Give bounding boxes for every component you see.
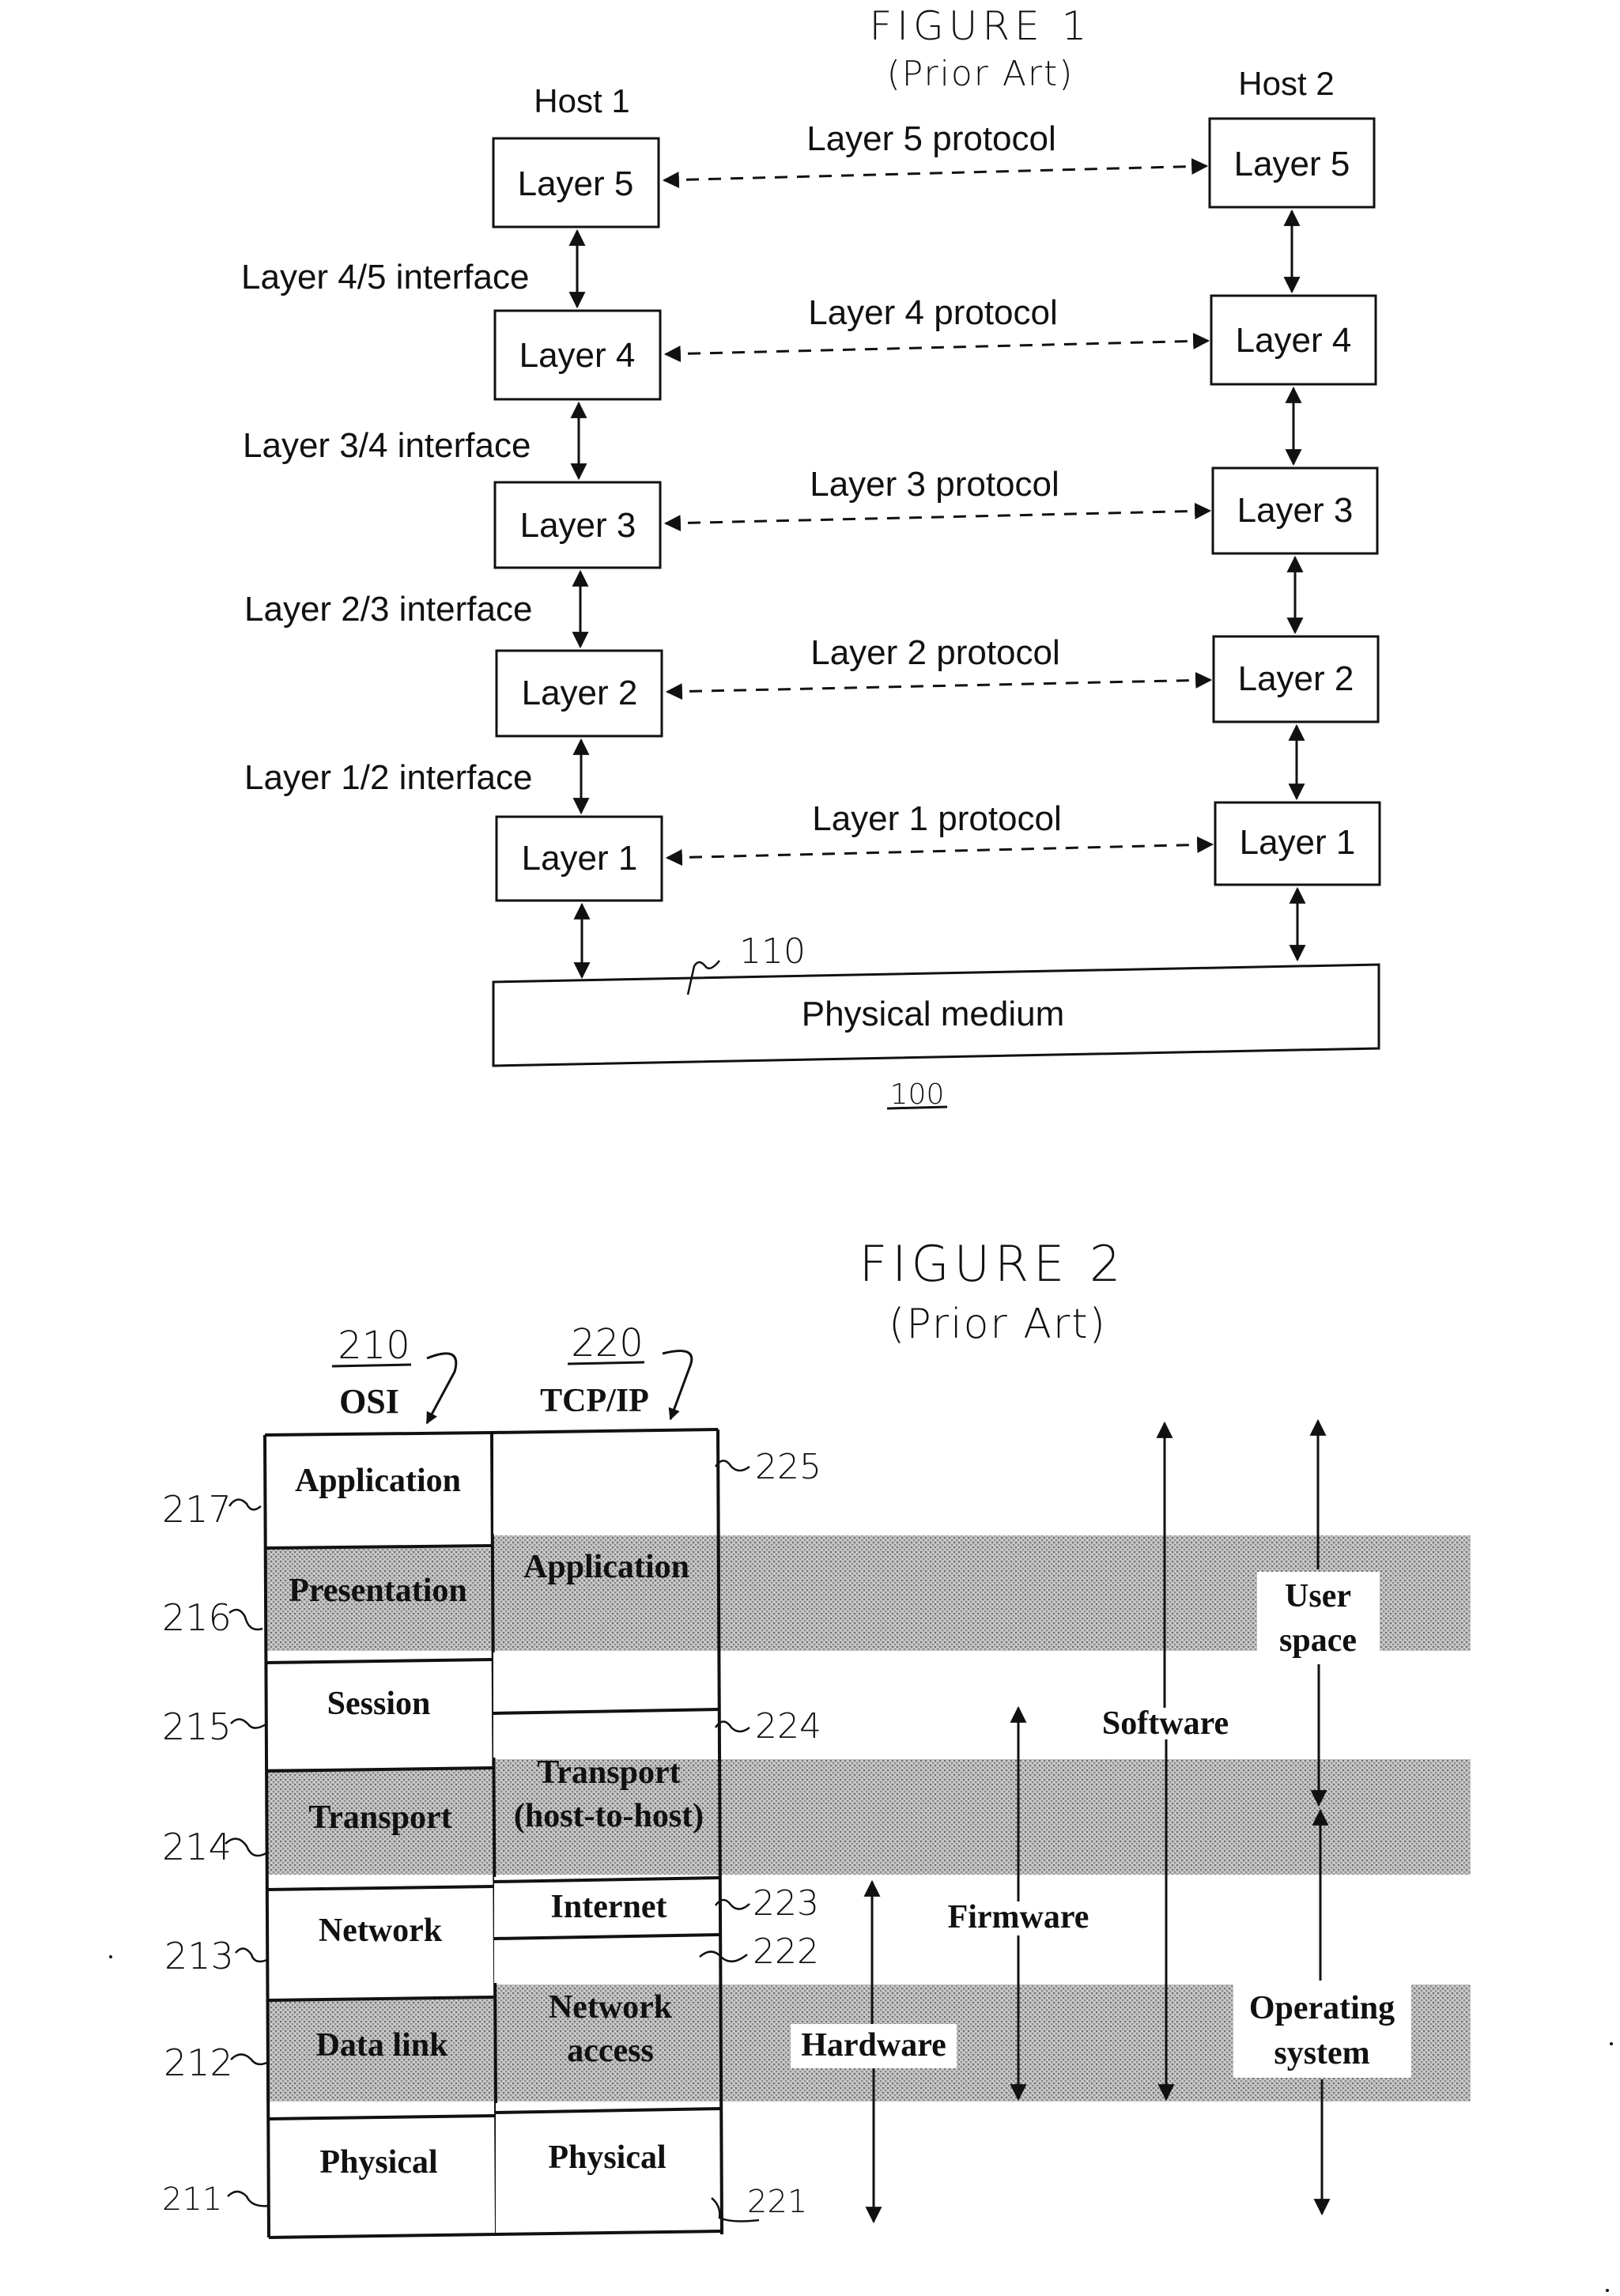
layer-4-protocol-arrow [663,332,1210,363]
tcpip-application: Application [523,1549,689,1585]
ref-225: 225 [755,1447,821,1487]
ref-211-leader [227,2190,270,2207]
osi-ref-underline [331,1363,412,1368]
osi-divider-6 [267,2114,496,2120]
ref-214: 214 [162,1826,232,1868]
osi-network: Network [319,1913,443,1949]
host-1-layer-4-label: Layer 4 [519,336,636,375]
hardware-label: Hardware [801,2027,946,2064]
osi-presentation: Presentation [289,1573,467,1609]
ref-216: 216 [162,1596,232,1639]
firmware-label: Firmware [948,1899,1089,1935]
host-2-layer-2-label: Layer 2 [1238,659,1354,698]
ref-224: 224 [755,1706,821,1747]
figure-1-title: FIGURE 1 [870,3,1092,49]
osi-application: Application [295,1463,461,1499]
layer-1-protocol-label: Layer 1 protocol [812,799,1062,838]
ref-223: 223 [753,1883,819,1924]
scan-speck [1610,2042,1613,2045]
tcpip-physical: Physical [548,2139,666,2176]
ref-215-leader [230,1718,268,1729]
tcpip-transport-line1: Transport [537,1754,680,1791]
host-2-layer-3-label: Layer 3 [1237,491,1354,530]
layer-2-protocol-label: Layer 2 protocol [810,633,1060,672]
user-space-line1: User [1285,1578,1351,1614]
host-2-stack: Layer 5 Layer 4 Layer 3 Layer 2 Layer 1 [1208,117,1381,886]
tcpip-header: TCP/IP [540,1383,649,1419]
osi-ref-arrow [425,1352,458,1425]
ref-217: 217 [162,1488,232,1531]
osi-data-link: Data link [316,2027,449,2064]
host-1-layer-1-label: Layer 1 [522,839,638,878]
ref-215: 215 [162,1705,232,1748]
ref-225-leader [714,1460,750,1472]
ref-221: 221 [747,2184,807,2220]
layer-5-protocol-label: Layer 5 protocol [806,119,1056,158]
tcpip-network-access-line2: access [567,2033,654,2069]
osi-session: Session [327,1686,431,1722]
interface-3-4-label: Layer 3/4 interface [243,426,531,465]
protocol-arrows: Layer 5 protocol Layer 4 protocol Layer … [662,119,1214,867]
figure-2-title: FIGURE 2 [859,1235,1126,1293]
osi-physical: Physical [319,2144,437,2181]
os-line2: system [1274,2035,1369,2071]
tcpip-internet: Internet [551,1889,667,1925]
layer-5-protocol-arrow [662,157,1209,189]
ref-211: 211 [162,2181,222,2218]
osi-ref-number: 210 [338,1324,410,1368]
host-2-label: Host 2 [1238,65,1334,102]
tcpip-ref-number: 220 [571,1321,644,1365]
osi-header: OSI [339,1382,399,1421]
interface-2-3-label: Layer 2/3 interface [244,590,532,629]
osi-top-border [264,1431,493,1437]
ref-217-leader [228,1498,262,1511]
host-2-layer-4-label: Layer 4 [1236,321,1352,360]
layer-3-protocol-label: Layer 3 protocol [810,465,1059,504]
layer-2-protocol-arrow [665,671,1213,701]
figure-1-ref-number: 100 [890,1078,945,1111]
interface-1-2-label: Layer 1/2 interface [244,758,532,797]
user-space-line2: space [1279,1622,1357,1659]
tcpip-ref-underline [567,1361,645,1365]
ref-212-leader [230,2053,270,2066]
tcpip-transport-line2: (host-to-host) [514,1798,704,1834]
ref-214-leader [225,1837,270,1857]
patent-figures-canvas: FIGURE 1 (Prior Art) Host 1 Host 2 Layer… [109,3,1613,2292]
os-line1: Operating [1249,1990,1395,2026]
interface-4-5-label: Layer 4/5 interface [241,258,529,296]
scan-speck [1606,2289,1609,2292]
host-1-label: Host 1 [534,82,629,119]
tcpip-network-access-line1: Network [549,1989,673,2026]
figure-1-subtitle: (Prior Art) [887,54,1074,94]
osi-transport: Transport [308,1799,451,1836]
host-1-layer-2-label: Layer 2 [522,674,638,712]
host-2-layer-5-label: Layer 5 [1234,145,1350,183]
host-1-layer-5-label: Layer 5 [518,164,634,203]
host-1-layer-3-label: Layer 3 [520,506,636,545]
figure-1: FIGURE 1 (Prior Art) Host 1 Host 2 Layer… [241,3,1381,1111]
physical-medium-label: Physical medium [802,995,1065,1033]
software-label: Software [1102,1705,1229,1742]
host-2-layer-1-label: Layer 1 [1240,823,1356,862]
layer-1-protocol-arrow [665,836,1214,867]
tcpip-ref-arrow [662,1350,693,1421]
tcpip-top-border [491,1428,719,1434]
ref-110-label: 110 [739,931,806,972]
figure-2: FIGURE 2 (Prior Art) 210 OSI 220 TCP/IP [109,1235,1613,2292]
tcpip-column: Application Transport (host-to-host) Int… [491,1428,723,2236]
ref-213: 213 [164,1935,234,1977]
figure-1-ref-underline [886,1105,948,1110]
osi-divider-2 [265,1658,493,1664]
osi-ref-numbers: 217 216 215 214 213 212 211 [162,1488,270,2218]
layer-3-protocol-arrow [663,502,1212,532]
ref-216-leader [228,1608,263,1631]
ref-213-leader [235,1947,270,1963]
layer-4-protocol-label: Layer 4 protocol [808,293,1058,332]
osi-bottom-border [268,2233,497,2239]
scan-speck [109,1955,112,1958]
figure-2-subtitle: (Prior Art) [889,1301,1107,1348]
ref-212: 212 [164,2041,233,2084]
ref-222: 222 [753,1932,819,1972]
